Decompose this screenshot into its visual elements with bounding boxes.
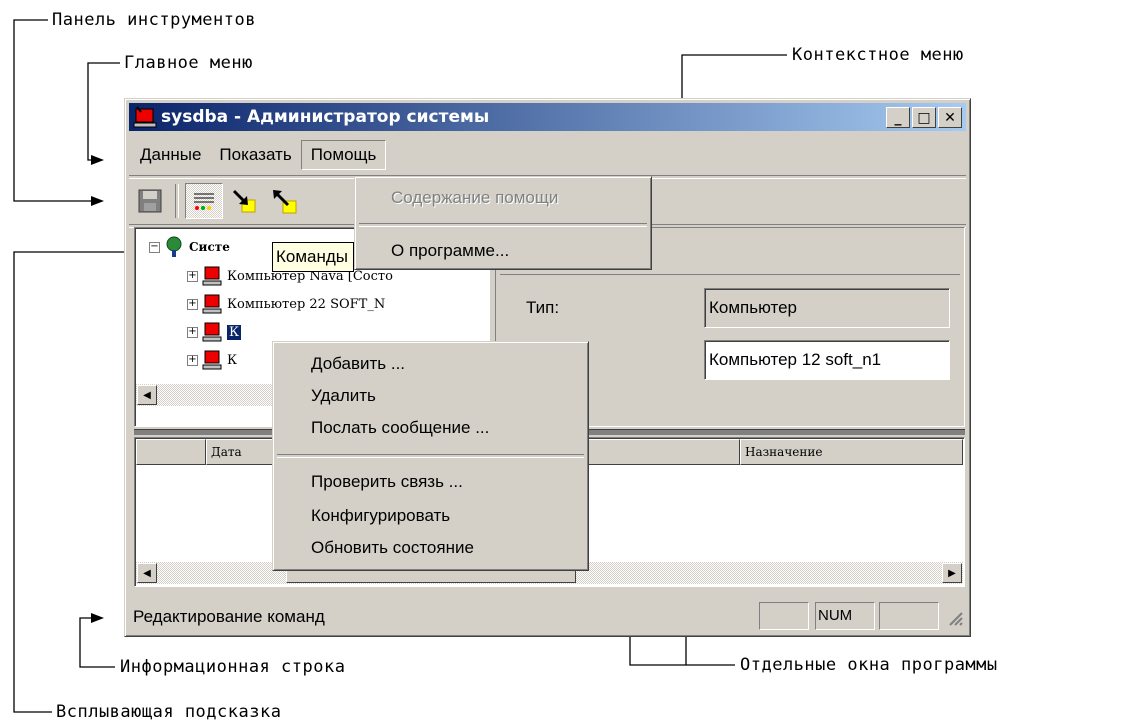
type-label: Тип: [526, 298, 560, 317]
computer-icon [201, 265, 223, 287]
context-item-send-message[interactable]: Послать сообщение ... [311, 418, 489, 438]
app-computer-icon [133, 106, 157, 128]
column-header-purpose[interactable]: Назначение [740, 439, 963, 465]
expand-toggle[interactable]: + [187, 354, 198, 366]
tree-root[interactable]: − Систе [149, 236, 230, 258]
context-item-check-connection[interactable]: Проверить связь ... [311, 472, 463, 492]
context-item-refresh-status[interactable]: Обновить состояние [311, 538, 474, 558]
maximize-button[interactable]: □ [912, 107, 936, 128]
window-title: sysdba - Администратор системы [161, 107, 490, 127]
floppy-disk-icon [138, 189, 162, 213]
menu-show[interactable]: Показать [210, 141, 300, 169]
collapse-toggle[interactable]: − [149, 241, 160, 253]
toolbar [131, 181, 303, 221]
expand-toggle[interactable]: + [187, 326, 198, 338]
title-bar[interactable]: sysdba - Администратор системы _ □ ✕ [129, 103, 966, 131]
computer-icon [201, 293, 223, 315]
context-item-delete[interactable]: Удалить [311, 386, 376, 406]
menu-separator [359, 223, 647, 227]
menu-item-help-contents[interactable]: Содержание помощи [391, 188, 558, 208]
resize-grip-icon[interactable] [944, 607, 964, 627]
toolbar-separator [175, 184, 179, 218]
tree-root-label: Систе [189, 240, 230, 254]
status-panel-scroll [879, 602, 939, 630]
name-field[interactable]: Компьютер 12 soft_n1 [704, 340, 950, 380]
context-menu: Добавить ... Удалить Послать сообщение .… [272, 341, 589, 571]
close-button[interactable]: ✕ [938, 107, 962, 128]
menu-data[interactable]: Данные [131, 141, 210, 169]
menu-separator [277, 454, 584, 458]
main-menu-bar: Данные Показать Помощь [131, 139, 387, 171]
row-header [136, 439, 206, 465]
status-bar: Редактирование команд NUM [129, 601, 966, 631]
tree-item-label: К [227, 324, 242, 340]
status-panel-caps [759, 602, 809, 630]
menu-item-about[interactable]: О программе... [391, 241, 509, 261]
commands-toggle-button[interactable] [185, 183, 223, 219]
context-item-add[interactable]: Добавить ... [311, 354, 405, 374]
annotation-info-line: Информационная строка [120, 657, 346, 677]
tree-item-label: Компьютер 22 SOFT_N [227, 296, 386, 312]
tree-item[interactable]: + Компьютер 22 SOFT_N [187, 293, 385, 315]
expand-toggle[interactable]: + [187, 298, 198, 310]
arrow-down-right-icon [232, 189, 256, 213]
network-tree-icon [166, 236, 182, 257]
annotation-toolbar-panel: Панель инструментов [52, 10, 256, 30]
minimize-button[interactable]: _ [886, 107, 910, 128]
move-up-button[interactable] [265, 183, 303, 219]
menu-help[interactable]: Помощь [300, 140, 387, 170]
help-dropdown-menu: Содержание помощи О программе... [354, 176, 652, 270]
context-item-configure[interactable]: Конфигурировать [311, 506, 450, 526]
annotation-context-menu: Контекстное меню [792, 45, 964, 65]
tree-item-label: К [227, 352, 238, 368]
annotation-tooltip: Всплывающая подсказка [56, 702, 282, 722]
expand-toggle[interactable]: + [187, 270, 198, 282]
type-field: Компьютер [704, 288, 950, 328]
scroll-left-icon[interactable]: ◀ [137, 563, 157, 583]
status-panel-num: NUM [815, 602, 875, 630]
tree-horizontal-scrollbar[interactable]: ◀ [136, 384, 286, 406]
scroll-left-icon[interactable]: ◀ [137, 385, 157, 405]
tooltip: Команды [272, 242, 354, 272]
move-down-button[interactable] [225, 183, 263, 219]
arrow-up-left-icon [273, 190, 297, 214]
annotation-main-menu: Главное меню [124, 53, 253, 73]
status-text: Редактирование команд [133, 607, 325, 626]
scroll-right-icon[interactable]: ▶ [942, 563, 962, 583]
commands-list-icon [194, 193, 214, 210]
save-button[interactable] [131, 183, 169, 219]
tree-item-selected[interactable]: + К [187, 321, 242, 343]
annotation-separate-windows: Отдельные окна программы [740, 655, 998, 675]
computer-icon [201, 349, 223, 371]
tree-item[interactable]: + К [187, 349, 237, 371]
computer-icon [201, 321, 223, 343]
